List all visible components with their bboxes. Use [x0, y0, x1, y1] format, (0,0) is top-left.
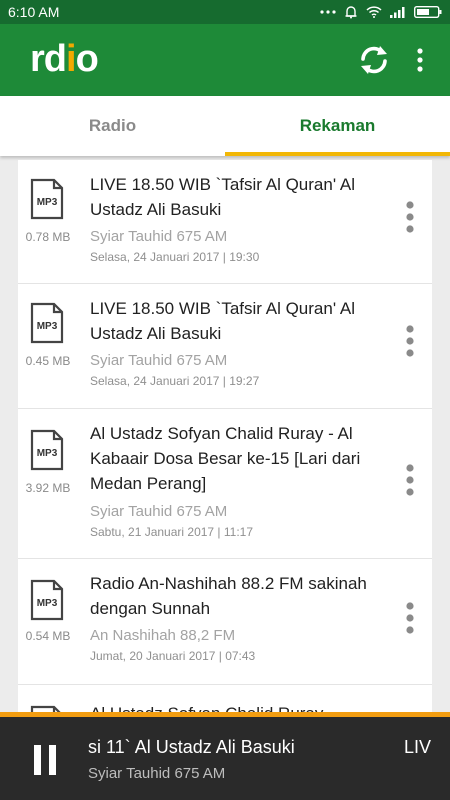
svg-text:MP3: MP3	[37, 448, 58, 459]
tab-radio[interactable]: Radio	[0, 96, 225, 156]
alarm-icon	[345, 6, 357, 19]
now-playing-title-next: LIV	[404, 737, 432, 757]
mp3-file-icon: MP3	[30, 302, 64, 344]
recording-source: An Nashihah 88,2 FM	[90, 627, 236, 644]
more-vert-icon[interactable]	[400, 200, 420, 234]
recording-title: LIVE 18.50 WIB `Tafsir Al Quran' Al Usta…	[90, 175, 355, 219]
recording-source: Syiar Tauhid 675 AM	[90, 503, 228, 520]
now-playing-station: Syiar Tauhid 675 AM	[88, 765, 226, 782]
file-size: 0.78 MB	[25, 230, 71, 244]
status-icons	[320, 5, 442, 19]
file-size: 0.54 MB	[25, 629, 71, 643]
svg-text:MP3: MP3	[37, 598, 58, 609]
list-item[interactable]: MP3 3.92 MB Al Ustadz Sofyan Chalid Rura…	[18, 409, 432, 559]
recording-title: Al Ustadz Sofyan Chalid Ruray - Al Kabaa…	[90, 424, 361, 493]
ellipsis-icon	[320, 10, 336, 14]
svg-text:MP3: MP3	[37, 197, 58, 208]
recording-date: Selasa, 24 Januari 2017 | 19:30	[90, 250, 260, 264]
file-size: 0.45 MB	[25, 354, 71, 368]
recording-title: Radio An-Nashihah 88.2 FM sakinah dengan…	[90, 574, 367, 618]
mp3-file-icon: MP3	[30, 429, 64, 471]
svg-text:MP3: MP3	[37, 321, 58, 332]
list-item[interactable]: MP3 0.54 MB Radio An-Nashihah 88.2 FM sa…	[18, 559, 432, 685]
pause-icon[interactable]	[32, 745, 58, 775]
file-size: 3.92 MB	[25, 481, 71, 495]
wifi-icon	[366, 6, 382, 18]
tab-indicator	[225, 152, 450, 156]
recording-source: Syiar Tauhid 675 AM	[90, 228, 228, 245]
tab-rekaman[interactable]: Rekaman	[225, 96, 450, 156]
status-bar: 6:10 AM	[0, 0, 450, 24]
more-vert-icon[interactable]	[400, 463, 420, 497]
signal-icon	[390, 7, 405, 18]
now-playing-bar[interactable]: si 11` Al Ustadz Ali Basuki LIV Syiar Ta…	[0, 712, 450, 800]
recording-list: MP3 0.78 MB LIVE 18.50 WIB `Tafsir Al Qu…	[18, 160, 432, 720]
list-item[interactable]: MP3 0.78 MB LIVE 18.50 WIB `Tafsir Al Qu…	[18, 160, 432, 284]
refresh-icon[interactable]	[356, 42, 392, 78]
battery-icon	[414, 6, 442, 18]
more-vert-icon[interactable]	[410, 46, 430, 74]
list-item[interactable]: MP3 0.45 MB LIVE 18.50 WIB `Tafsir Al Qu…	[18, 284, 432, 409]
recording-source: Syiar Tauhid 675 AM	[90, 352, 228, 369]
status-time: 6:10 AM	[8, 4, 60, 20]
mp3-file-icon: MP3	[30, 579, 64, 621]
app-bar: rdio	[0, 24, 450, 96]
more-vert-icon[interactable]	[400, 324, 420, 358]
recording-title: LIVE 18.50 WIB `Tafsir Al Quran' Al Usta…	[90, 299, 355, 343]
recording-date: Selasa, 24 Januari 2017 | 19:27	[90, 374, 260, 388]
more-vert-icon[interactable]	[400, 601, 420, 635]
recording-date: Sabtu, 21 Januari 2017 | 11:17	[90, 525, 254, 539]
app-logo: rdio	[30, 38, 99, 80]
tab-bar: Radio Rekaman	[0, 96, 450, 156]
recording-date: Jumat, 20 Januari 2017 | 07:43	[90, 649, 256, 663]
now-playing-title: si 11` Al Ustadz Ali Basuki	[88, 737, 295, 757]
mp3-file-icon: MP3	[30, 178, 64, 220]
